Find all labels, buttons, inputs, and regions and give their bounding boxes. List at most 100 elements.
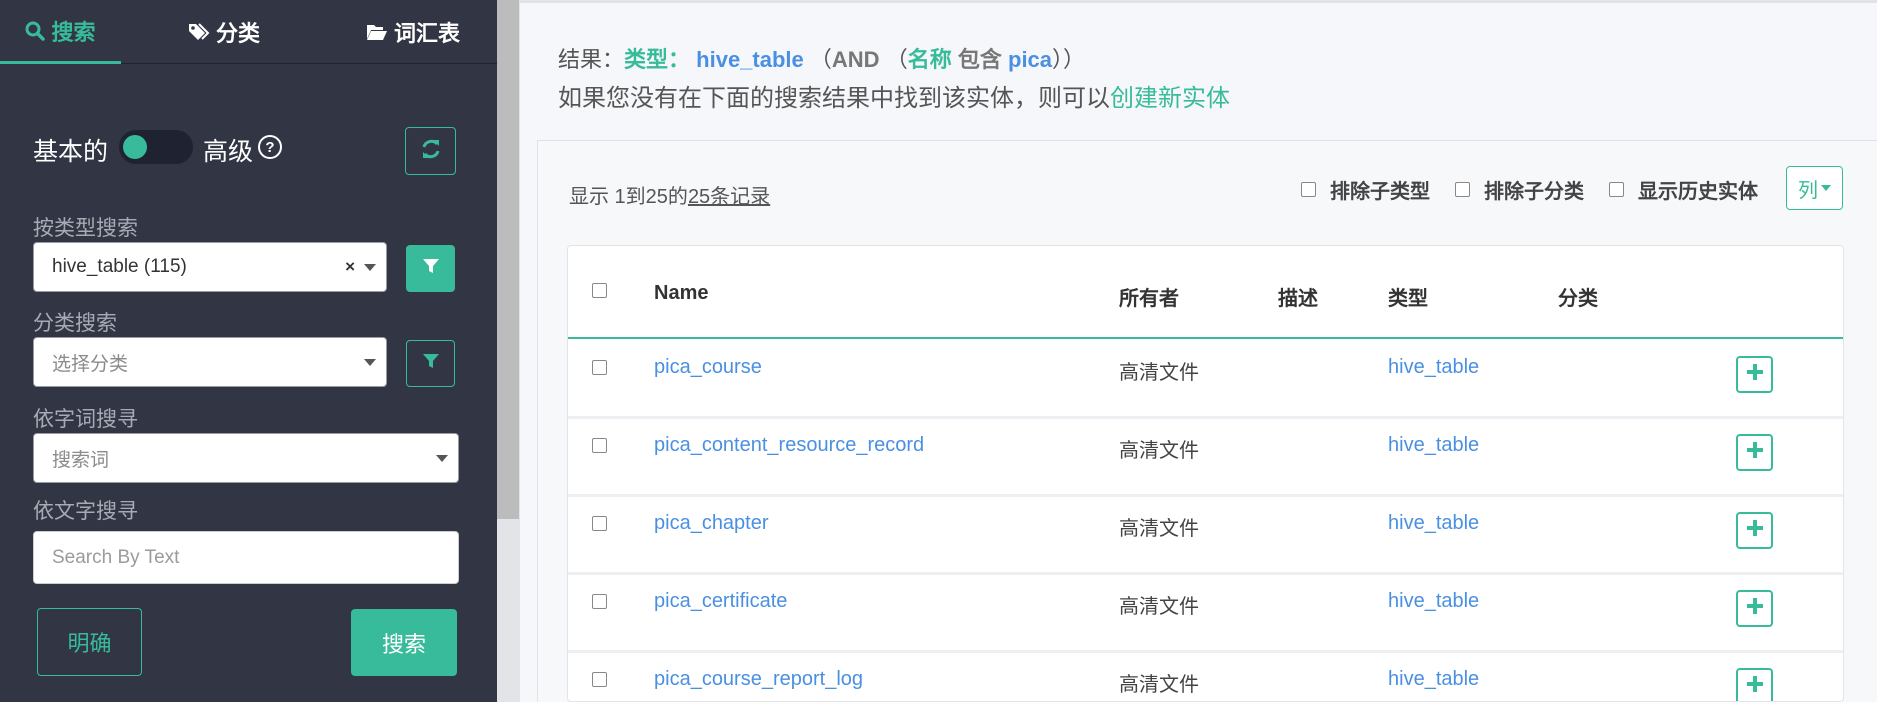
show-historical-checkbox[interactable]: [1609, 182, 1624, 197]
records-link[interactable]: 25条记录: [688, 186, 770, 208]
exclude-subtypes-checkbox[interactable]: [1301, 182, 1316, 197]
splitter-handle[interactable]: [497, 0, 519, 519]
sidebar-tabs: 搜索 分类 词汇表: [0, 0, 497, 64]
entity-owner: 高清文件: [1119, 674, 1199, 696]
plus-icon: [1746, 364, 1763, 385]
sidebar: 搜索 分类 词汇表 基本的 高级 ? 按类型搜索 hive_table (115…: [0, 0, 497, 702]
search-button[interactable]: 搜索: [351, 609, 457, 676]
entity-name-link[interactable]: pica_chapter: [654, 512, 769, 535]
exclude-subclassifications-label: 排除子分类: [1484, 181, 1584, 203]
filter-icon: [422, 352, 440, 375]
row-checkbox[interactable]: [592, 594, 607, 609]
term-select[interactable]: 搜索词: [33, 433, 459, 483]
classification-select[interactable]: 选择分类: [33, 337, 387, 387]
records-count: 显示 1到25的25条记录: [569, 180, 770, 209]
classification-search-label: 分类搜索: [33, 312, 117, 335]
text-search-label: 依文字搜寻: [33, 500, 138, 523]
type-select[interactable]: hive_table (115) ×: [33, 242, 387, 292]
search-icon: [25, 21, 46, 41]
select-all-checkbox[interactable]: [592, 283, 607, 298]
table-header: Name 所有者 描述 类型 分类: [568, 246, 1843, 339]
add-classification-button[interactable]: [1736, 434, 1773, 471]
main-content: 结果：类型： hive_table （AND （名称 包含 pica）） 如果您…: [520, 0, 1877, 702]
columns-button[interactable]: 列: [1786, 166, 1843, 210]
entity-type-link[interactable]: hive_table: [1388, 512, 1479, 535]
add-classification-button[interactable]: [1736, 512, 1773, 549]
chevron-down-icon: [364, 359, 376, 366]
type-filter-button[interactable]: [406, 245, 455, 292]
refresh-button[interactable]: [405, 127, 456, 175]
table-row: pica_course_report_log 高清文件 hive_table: [568, 653, 1843, 701]
caret-down-icon: [1821, 185, 1831, 191]
question-circle-icon[interactable]: ?: [258, 135, 282, 159]
entity-owner: 高清文件: [1119, 362, 1199, 384]
result-and: AND: [831, 47, 880, 72]
header-owner[interactable]: 所有者: [1119, 282, 1179, 311]
tab-search[interactable]: 搜索: [0, 0, 121, 64]
search-result-summary: 结果：类型： hive_table （AND （名称 包含 pica））: [558, 42, 1085, 74]
row-checkbox[interactable]: [592, 360, 607, 375]
result-paren: （: [885, 47, 908, 72]
type-select-value: hive_table (115): [52, 256, 187, 277]
text-search-input[interactable]: Search By Text: [33, 531, 459, 584]
hint-text: 如果您没有在下面的搜索结果中找到该实体，则可以: [558, 85, 1110, 112]
search-mode-toggle[interactable]: [119, 130, 193, 164]
add-classification-button[interactable]: [1736, 668, 1773, 701]
header-name[interactable]: Name: [654, 282, 708, 305]
result-paren-close: ））: [1052, 47, 1086, 72]
clear-icon[interactable]: ×: [345, 257, 355, 277]
row-checkbox[interactable]: [592, 672, 607, 687]
entity-name-link[interactable]: pica_course_report_log: [654, 668, 863, 691]
filter-icon: [422, 257, 440, 280]
add-classification-button[interactable]: [1736, 356, 1773, 393]
header-type[interactable]: 类型: [1388, 282, 1428, 311]
entity-type-link[interactable]: hive_table: [1388, 668, 1479, 691]
type-search-label: 按类型搜索: [33, 217, 138, 240]
result-name-key: 名称: [907, 47, 952, 72]
exclude-subtypes-option[interactable]: 排除子类型: [1301, 175, 1430, 204]
result-contains: 包含: [957, 47, 1002, 72]
row-checkbox[interactable]: [592, 438, 607, 453]
text-search-placeholder: Search By Text: [52, 546, 180, 568]
row-checkbox[interactable]: [592, 516, 607, 531]
create-entity-link[interactable]: 创建新实体: [1110, 85, 1230, 112]
table-row: pica_certificate 高清文件 hive_table: [568, 575, 1843, 653]
classification-filter-button[interactable]: [406, 340, 455, 387]
add-classification-button[interactable]: [1736, 590, 1773, 627]
entity-owner: 高清文件: [1119, 440, 1199, 462]
columns-button-label: 列: [1798, 179, 1818, 202]
tab-glossary[interactable]: 词汇表: [362, 0, 464, 64]
records-prefix: 显示 1到25的: [569, 186, 688, 208]
exclude-subtypes-label: 排除子类型: [1330, 181, 1430, 203]
clear-button[interactable]: 明确: [37, 608, 142, 676]
tab-classification-label: 分类: [215, 21, 260, 46]
result-prefix: 结果：: [558, 47, 625, 72]
show-historical-option[interactable]: 显示历史实体: [1609, 175, 1758, 204]
exclude-subclassifications-option[interactable]: 排除子分类: [1455, 175, 1584, 204]
entity-type-link[interactable]: hive_table: [1388, 356, 1479, 379]
plus-icon: [1746, 442, 1763, 463]
entity-owner: 高清文件: [1119, 518, 1199, 540]
basic-mode-label: 基本的: [33, 138, 109, 166]
toggle-knob: [123, 135, 147, 159]
entity-type-link[interactable]: hive_table: [1388, 590, 1479, 613]
result-name-value: pica: [1008, 47, 1053, 72]
entity-name-link[interactable]: pica_course: [654, 356, 762, 379]
header-description[interactable]: 描述: [1278, 282, 1318, 311]
entity-name-link[interactable]: pica_certificate: [654, 590, 787, 613]
table-row: pica_content_resource_record 高清文件 hive_t…: [568, 419, 1843, 497]
tab-classification[interactable]: 分类: [181, 0, 267, 64]
entity-type-link[interactable]: hive_table: [1388, 434, 1479, 457]
header-classification[interactable]: 分类: [1558, 282, 1598, 311]
chevron-down-icon: [364, 264, 376, 271]
table-row: pica_chapter 高清文件 hive_table: [568, 497, 1843, 575]
entity-name-link[interactable]: pica_content_resource_record: [654, 434, 924, 457]
table-row: pica_course 高清文件 hive_table: [568, 341, 1843, 419]
term-select-placeholder: 搜索词: [52, 449, 110, 471]
results-table: Name 所有者 描述 类型 分类 pica_course 高清文件 hive_…: [567, 245, 1844, 702]
show-historical-label: 显示历史实体: [1638, 181, 1758, 203]
exclude-subclassifications-checkbox[interactable]: [1455, 182, 1470, 197]
classification-select-placeholder: 选择分类: [52, 353, 129, 375]
advanced-mode-label: 高级: [203, 138, 254, 166]
plus-icon: [1746, 598, 1763, 619]
